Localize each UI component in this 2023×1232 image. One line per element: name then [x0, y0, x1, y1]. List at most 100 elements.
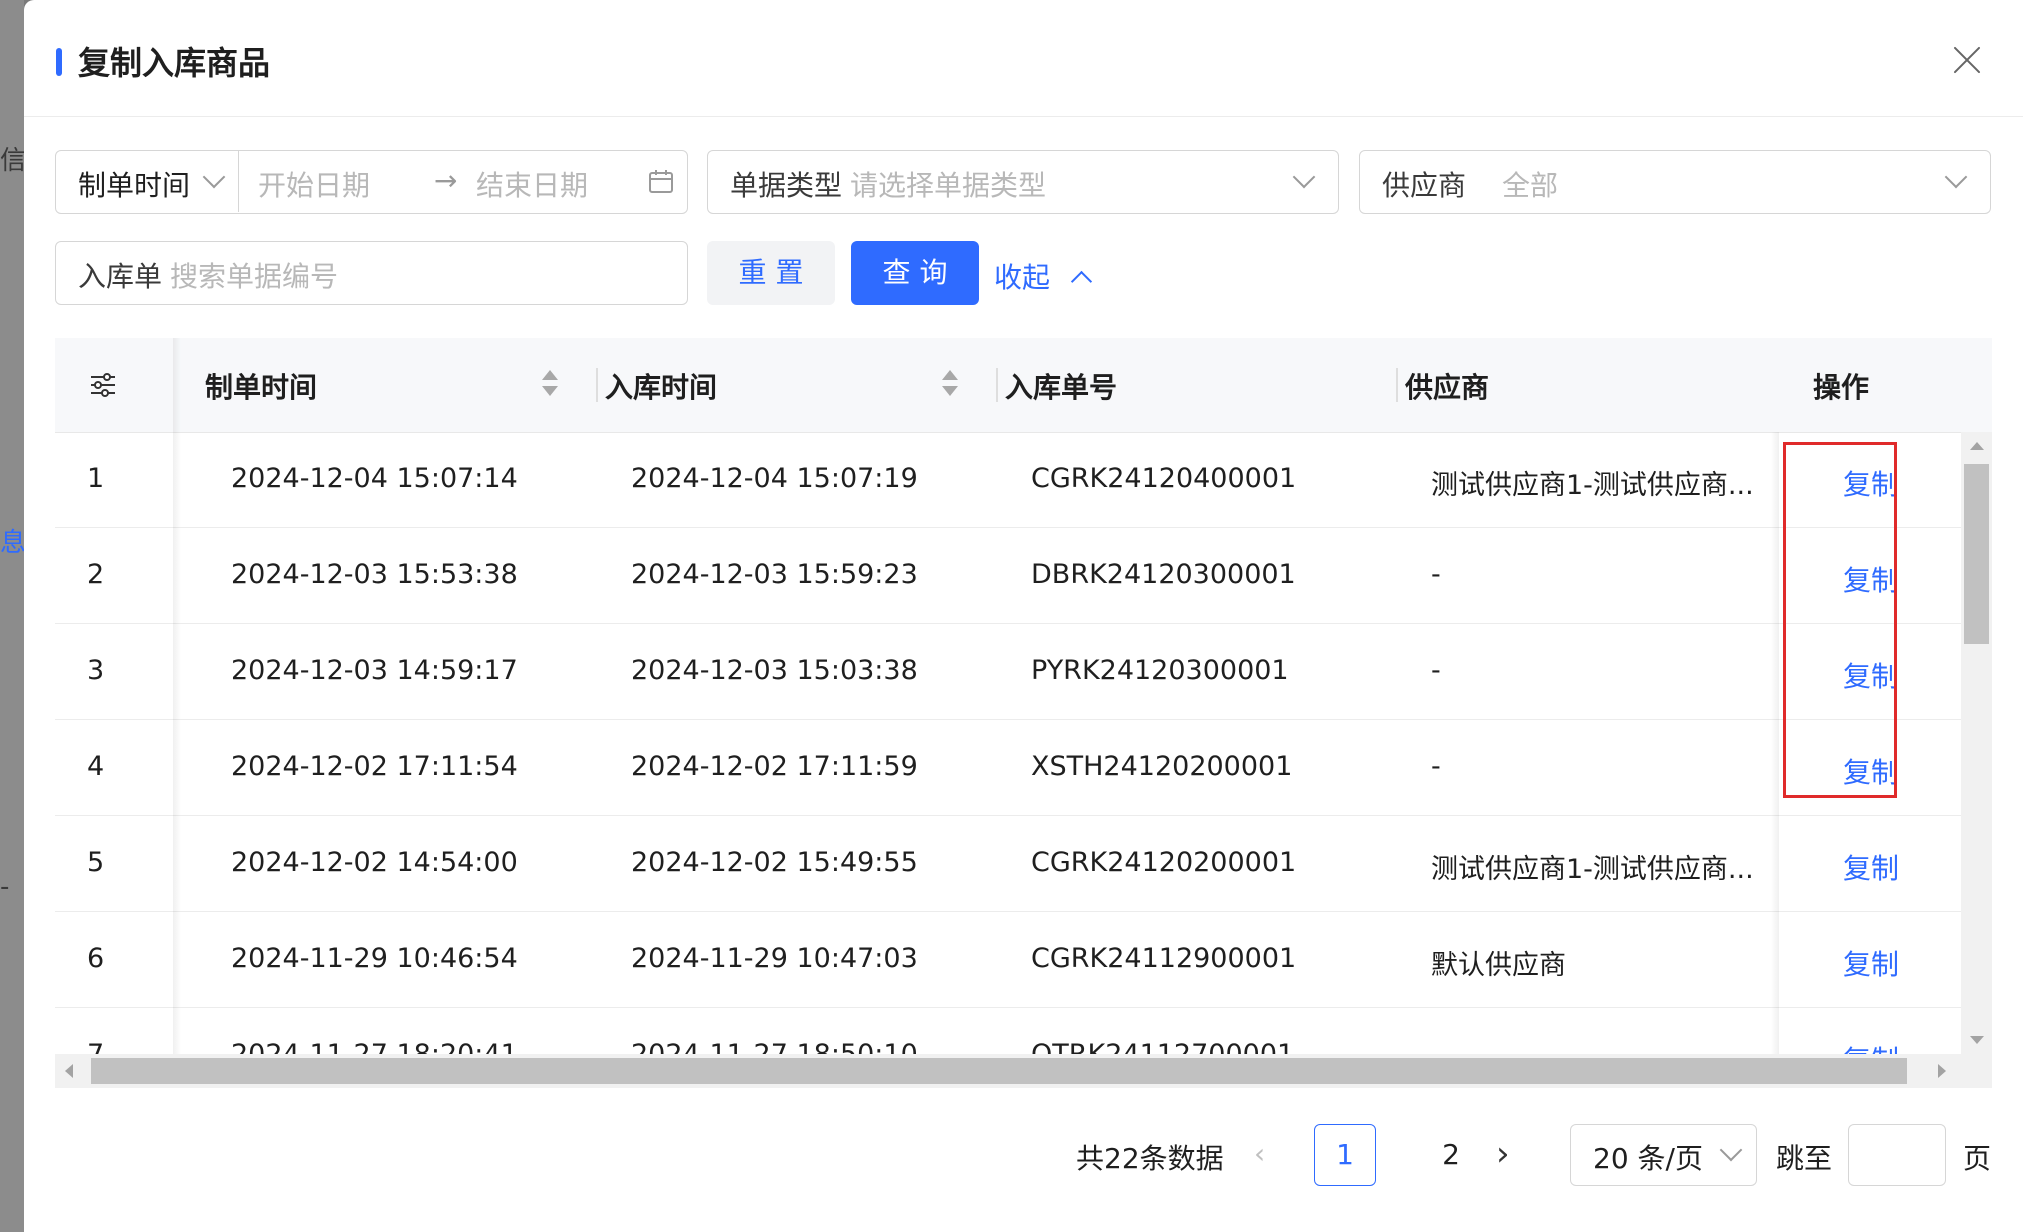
supplier-value: 全部	[1502, 169, 1559, 202]
stocked-time-cell: 2024-12-03 15:03:38	[631, 655, 918, 686]
sort-icon[interactable]	[542, 368, 558, 398]
query-button[interactable]: 查 询	[851, 241, 979, 305]
vertical-scrollbar[interactable]	[1961, 432, 1992, 1054]
doc-type-select[interactable]: 单据类型 请选择单据类型	[707, 150, 1339, 214]
stocked-time-cell: 2024-11-29 10:47:03	[631, 943, 918, 974]
prev-page-icon[interactable]: ‹	[1254, 1137, 1265, 1170]
chevron-down-icon	[202, 165, 226, 189]
jump-label: 跳至	[1776, 1142, 1833, 1175]
backdrop-page	[0, 0, 24, 1232]
column-divider	[1396, 368, 1398, 402]
jump-page-input[interactable]	[1848, 1124, 1946, 1186]
copy-link[interactable]: 复制	[1843, 1039, 1899, 1054]
column-header-doc-no: 入库单号	[1005, 371, 1118, 404]
supplier-label: 供应商	[1382, 169, 1467, 202]
collapse-label: 收起	[994, 261, 1051, 294]
collapse-toggle[interactable]: 收起	[994, 256, 1093, 296]
row-index: 3	[87, 655, 105, 686]
column-header-supplier: 供应商	[1405, 371, 1490, 404]
dialog-header: 复制入库商品	[24, 0, 2023, 117]
row-index: 5	[87, 847, 105, 878]
chevron-down-icon	[1944, 165, 1968, 189]
chevron-down-icon	[1719, 1138, 1743, 1162]
doc-no-cell: PYRK24120300001	[1031, 655, 1289, 686]
supplier-cell: -	[1431, 751, 1441, 782]
stocked-time-cell: 2024-12-02 17:11:59	[631, 751, 918, 782]
copy-link[interactable]: 复制	[1843, 943, 1899, 983]
supplier-cell: 默认供应商	[1431, 950, 1566, 981]
horizontal-scroll-thumb[interactable]	[91, 1058, 1907, 1084]
scroll-down-icon[interactable]	[1970, 1036, 1984, 1044]
start-date-input[interactable]: 开始日期	[258, 164, 370, 204]
table-row: 1 2024-12-04 15:07:14 2024-12-04 15:07:1…	[55, 432, 1961, 528]
fixed-column-shadow	[1771, 432, 1779, 1054]
next-page-icon[interactable]: ›	[1496, 1134, 1510, 1174]
doc-no-label: 入库单	[78, 260, 163, 293]
doc-type-label: 单据类型	[730, 169, 843, 202]
calendar-icon[interactable]	[648, 169, 674, 195]
copy-link[interactable]: 复制	[1843, 847, 1899, 887]
scroll-left-icon[interactable]	[65, 1064, 73, 1078]
date-range-filter: 制单时间 开始日期 → 结束日期	[55, 150, 688, 214]
doc-type-placeholder: 请选择单据类型	[850, 169, 1047, 202]
created-time-cell: 2024-11-29 10:46:54	[231, 943, 518, 974]
supplier-cell: -	[1431, 559, 1441, 590]
table-row: 6 2024-11-29 10:46:54 2024-11-29 10:47:0…	[55, 912, 1961, 1008]
column-settings-icon[interactable]	[89, 372, 117, 398]
date-type-value: 制单时间	[78, 169, 191, 202]
column-divider	[596, 368, 598, 402]
doc-no-cell: CGRK24112900001	[1031, 943, 1297, 974]
backdrop-text: 信	[0, 146, 27, 176]
chevron-up-icon	[1070, 270, 1093, 293]
page-2-button[interactable]: 2	[1420, 1124, 1482, 1186]
date-type-select[interactable]: 制单时间	[56, 151, 239, 212]
scroll-up-icon[interactable]	[1970, 442, 1984, 450]
doc-no-search-input[interactable]: 入库单 搜索单据编号	[55, 241, 688, 305]
page-1-button[interactable]: 1	[1314, 1124, 1376, 1186]
created-time-cell: 2024-11-27 18:20:41	[231, 1039, 518, 1054]
row-index: 2	[87, 559, 105, 590]
column-divider	[996, 368, 998, 402]
supplier-cell: 测试供应商1-测试供应商...	[1431, 470, 1754, 501]
title-accent-bar	[56, 48, 62, 76]
table-header: 制单时间 入库时间 入库单号 供应商 操作	[55, 338, 1992, 433]
copy-stock-in-dialog: 复制入库商品 制单时间 开始日期 → 结束日期 单据类型 请选择单据类型 供应商…	[24, 0, 2023, 1232]
stocked-time-cell: 2024-12-04 15:07:19	[631, 463, 918, 494]
column-header-created[interactable]: 制单时间	[205, 366, 317, 406]
row-index: 4	[87, 751, 105, 782]
range-arrow-icon: →	[434, 164, 458, 197]
doc-no-cell: DBRK24120300001	[1031, 559, 1296, 590]
end-date-input[interactable]: 结束日期	[476, 164, 588, 204]
table-row: 3 2024-12-03 14:59:17 2024-12-03 15:03:3…	[55, 624, 1961, 720]
doc-no-cell: CGRK24120200001	[1031, 847, 1297, 878]
highlight-box	[1783, 442, 1897, 798]
reset-button[interactable]: 重 置	[707, 241, 835, 305]
dialog-title: 复制入库商品	[78, 44, 271, 82]
chevron-down-icon	[1292, 165, 1316, 189]
stocked-time-cell: 2024-12-02 15:49:55	[631, 847, 918, 878]
page-suffix: 页	[1963, 1142, 1992, 1175]
table-body: 1 2024-12-04 15:07:14 2024-12-04 15:07:1…	[55, 432, 1961, 1054]
table-row: 5 2024-12-02 14:54:00 2024-12-02 15:49:5…	[55, 816, 1961, 912]
row-index: 6	[87, 943, 105, 974]
stocked-time-cell: 2024-11-27 18:50:10	[631, 1039, 918, 1054]
created-time-cell: 2024-12-02 17:11:54	[231, 751, 518, 782]
page-size-select[interactable]: 20 条/页	[1570, 1124, 1757, 1186]
column-header-stocked[interactable]: 入库时间	[605, 366, 717, 406]
backdrop-text: -	[0, 872, 10, 902]
close-icon[interactable]	[1947, 40, 1987, 80]
fixed-column-shadow	[173, 338, 181, 1054]
horizontal-scrollbar[interactable]	[55, 1054, 1992, 1088]
vertical-scroll-thumb[interactable]	[1964, 464, 1989, 644]
doc-no-cell: CGRK24120400001	[1031, 463, 1297, 494]
created-time-cell: 2024-12-04 15:07:14	[231, 463, 518, 494]
stock-in-table: 制单时间 入库时间 入库单号 供应商 操作 1 2024-12-04 15:07…	[55, 338, 1992, 1088]
page-size-value: 20 条/页	[1593, 1142, 1703, 1175]
doc-no-cell: QTRK24112700001	[1031, 1039, 1294, 1054]
supplier-select[interactable]: 供应商 全部	[1359, 150, 1991, 214]
sort-icon[interactable]	[942, 368, 958, 398]
stocked-time-cell: 2024-12-03 15:59:23	[631, 559, 918, 590]
created-time-cell: 2024-12-03 14:59:17	[231, 655, 518, 686]
total-count: 共22条数据	[1076, 1142, 1224, 1175]
scroll-right-icon[interactable]	[1938, 1064, 1946, 1078]
